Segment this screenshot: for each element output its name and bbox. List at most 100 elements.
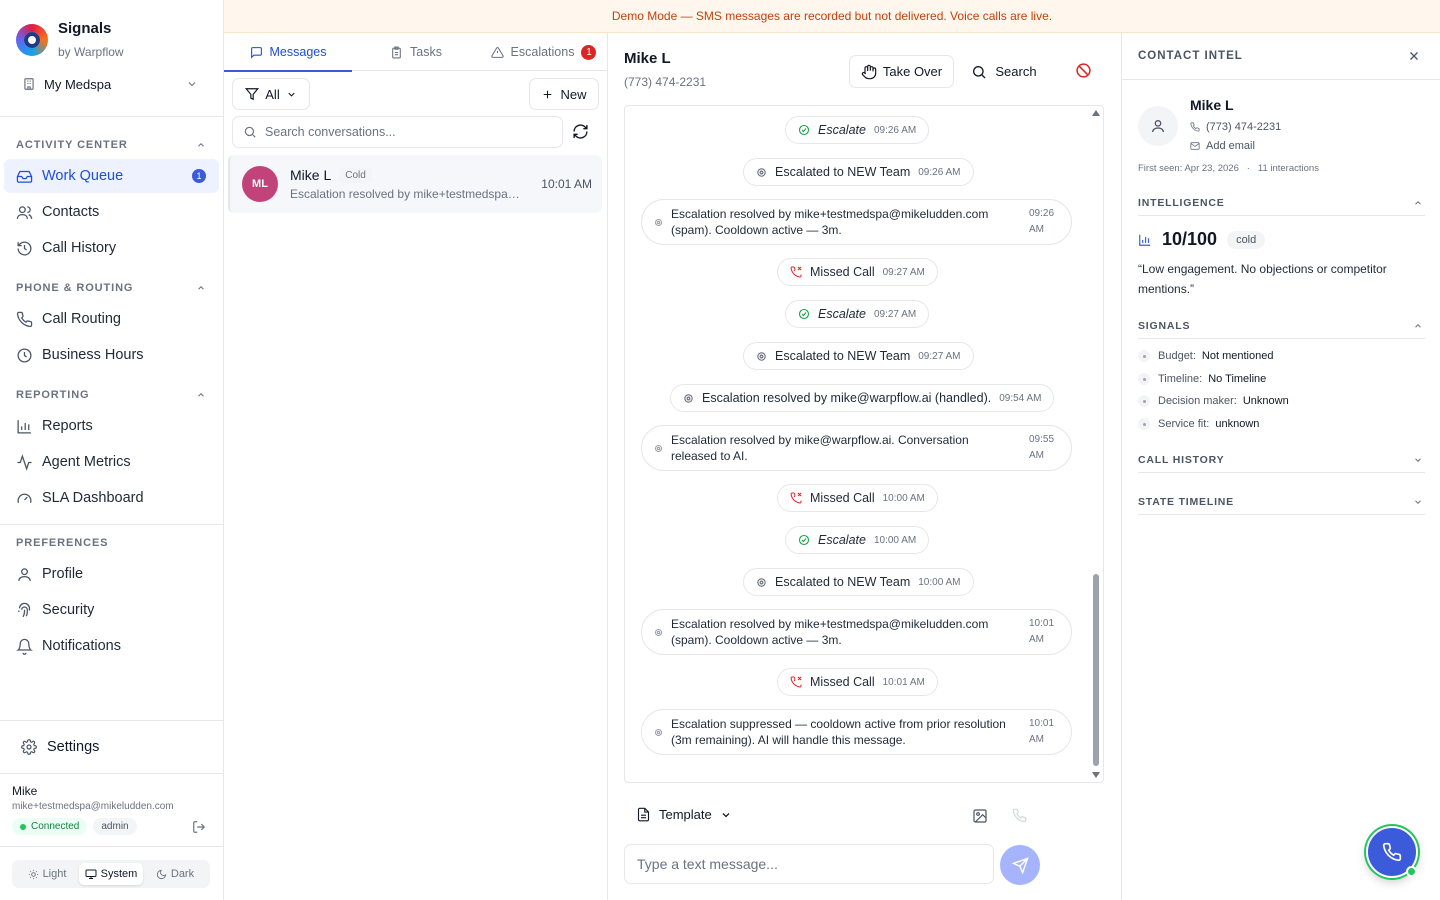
tab-messages[interactable]: Messages: [224, 33, 352, 72]
work-queue-count-badge: 1: [192, 169, 206, 183]
refresh-icon[interactable]: [572, 123, 589, 140]
chat-search-button[interactable]: Search: [966, 55, 1042, 88]
sidebar-item-work-queue[interactable]: Work Queue 1: [4, 159, 219, 193]
message-feed[interactable]: Escalate 09:26 AM Escalated to NEW Team 09…: [624, 105, 1104, 783]
intel-summary: “Low engagement. No objections or compet…: [1138, 262, 1387, 296]
sidebar-item-security[interactable]: Security: [4, 593, 219, 627]
section-intelligence[interactable]: INTELLIGENCE: [1138, 190, 1425, 216]
theme-light-button[interactable]: Light: [15, 863, 79, 885]
scroll-down-arrow-icon[interactable]: [1092, 772, 1100, 778]
conversation-search: [232, 116, 563, 148]
chevron-up-icon: [1415, 200, 1421, 205]
section-activity-center[interactable]: ACTIVITY CENTER: [16, 139, 208, 151]
plus-icon: [544, 90, 552, 98]
scroll-up-arrow-icon[interactable]: [1092, 110, 1100, 116]
scrollbar-thumb[interactable]: [1093, 574, 1099, 766]
sidebar-item-label: Contacts: [42, 204, 100, 220]
brand-name: Signals: [58, 20, 112, 37]
take-over-button[interactable]: Take Over: [849, 55, 954, 88]
escalate-event: Escalate 09:27 AM: [785, 300, 930, 328]
sidebar-item-profile[interactable]: Profile: [4, 557, 219, 591]
sun-icon: [28, 869, 38, 879]
tab-tasks[interactable]: Tasks: [352, 33, 480, 71]
missed-call-icon: [790, 676, 802, 688]
sidebar-item-business-hours[interactable]: Business Hours: [4, 338, 219, 372]
new-conversation-button[interactable]: New: [529, 78, 599, 110]
section-signals[interactable]: SIGNALS: [1138, 313, 1425, 339]
conversation-time: 10:01 AM: [541, 177, 592, 191]
send-button[interactable]: [1000, 845, 1040, 885]
add-email-link[interactable]: Add email: [1190, 140, 1255, 152]
sidebar-item-notifications[interactable]: Notifications: [4, 629, 219, 663]
team-escalation-event: Escalated to NEW Team 10:00 AM: [743, 568, 974, 596]
sidebar-item-label: Call Routing: [42, 311, 121, 327]
section-call-history[interactable]: CALL HISTORY: [1138, 447, 1425, 473]
cog-icon: [757, 167, 766, 177]
template-dropdown[interactable]: Template: [636, 807, 732, 822]
check-circle-icon: [798, 124, 810, 136]
section-state-timeline[interactable]: STATE TIMELINE: [1138, 489, 1425, 515]
missed-call-event: Missed Call 09:27 AM: [777, 258, 938, 286]
signals-logo-icon: [16, 24, 48, 56]
resolution-event: Escalation resolved by mike@warpflow.ai.…: [641, 425, 1072, 471]
feed-scrollbar[interactable]: [1091, 106, 1101, 782]
sidebar-item-call-history[interactable]: Call History: [4, 231, 219, 265]
message-input[interactable]: [624, 844, 994, 884]
gear-icon: [21, 739, 37, 755]
brand[interactable]: Signals by Warpflow: [16, 18, 124, 60]
tab-escalations[interactable]: Escalations 1: [480, 33, 607, 71]
cog-icon: [654, 444, 663, 452]
conversation-item[interactable]: ML Mike L Cold Escalation resolved by mi…: [228, 155, 602, 213]
conversation-tabs: Messages Tasks Escalations 1: [224, 33, 607, 72]
role-badge: admin: [93, 818, 137, 835]
section-reporting[interactable]: REPORTING: [16, 389, 208, 401]
sidebar-item-label: Business Hours: [42, 347, 144, 363]
chevron-down-icon: [288, 92, 295, 97]
sidebar-item-reports[interactable]: Reports: [4, 409, 219, 443]
conversation-preview: Escalation resolved by mike+testmedspa@m…: [290, 187, 522, 201]
chevron-down-icon: [1415, 499, 1421, 504]
image-attach-icon[interactable]: [972, 808, 988, 824]
sidebar-item-label: Call History: [42, 240, 117, 256]
contact-name: Mike L: [1190, 97, 1234, 113]
sidebar-item-label: Notifications: [42, 638, 121, 654]
settings-button[interactable]: Settings: [4, 730, 219, 764]
logout-icon[interactable]: [192, 820, 206, 834]
demo-mode-banner: Demo Mode — SMS messages are recorded bu…: [224, 0, 1440, 33]
section-title: REPORTING: [16, 389, 90, 401]
chevron-up-icon: [198, 286, 204, 290]
section-preferences: PREFERENCES: [16, 537, 208, 549]
lead-score-value: 10/100: [1162, 229, 1218, 249]
filter-icon: [245, 88, 260, 101]
chevron-down-icon: [188, 82, 196, 87]
lead-temperature-badge: Cold: [339, 167, 372, 183]
section-title: ACTIVITY CENTER: [16, 139, 128, 151]
call-icon[interactable]: [1012, 808, 1027, 823]
sidebar-item-call-routing[interactable]: Call Routing: [4, 302, 219, 336]
workspace-name: My Medspa: [44, 76, 112, 92]
theme-system-button[interactable]: System: [79, 863, 143, 885]
escalate-event: Escalate 10:00 AM: [785, 526, 930, 554]
filter-dropdown[interactable]: All: [232, 78, 310, 110]
conversation-search-input[interactable]: [265, 125, 545, 139]
hand-icon: [861, 64, 877, 79]
inbox-icon: [16, 170, 33, 183]
cog-icon: [757, 351, 766, 361]
message-icon: [250, 46, 262, 59]
sidebar-item-agent-metrics[interactable]: Agent Metrics: [4, 445, 219, 479]
file-text-icon: [637, 807, 650, 822]
block-icon[interactable]: [1075, 62, 1092, 79]
theme-dark-button[interactable]: Dark: [143, 863, 207, 885]
section-phone-routing[interactable]: PHONE & ROUTING: [16, 282, 208, 294]
resolution-event: Escalation resolved by mike+testmedspa@m…: [641, 199, 1072, 245]
close-icon[interactable]: [1407, 49, 1421, 63]
sidebar-item-sla-dashboard[interactable]: SLA Dashboard: [4, 481, 219, 515]
chevron-down-icon: [1415, 457, 1421, 462]
sidebar-item-contacts[interactable]: Contacts: [4, 195, 219, 229]
sidebar-item-label: Work Queue: [42, 168, 124, 184]
search-icon: [244, 126, 256, 138]
contact-intel-panel: CONTACT INTEL Mike L (773) 474-2231 Add …: [1121, 33, 1440, 900]
softphone-button[interactable]: [1366, 826, 1418, 878]
sidebar-item-label: Profile: [42, 566, 84, 582]
workspace-selector[interactable]: My Medspa: [16, 72, 208, 96]
